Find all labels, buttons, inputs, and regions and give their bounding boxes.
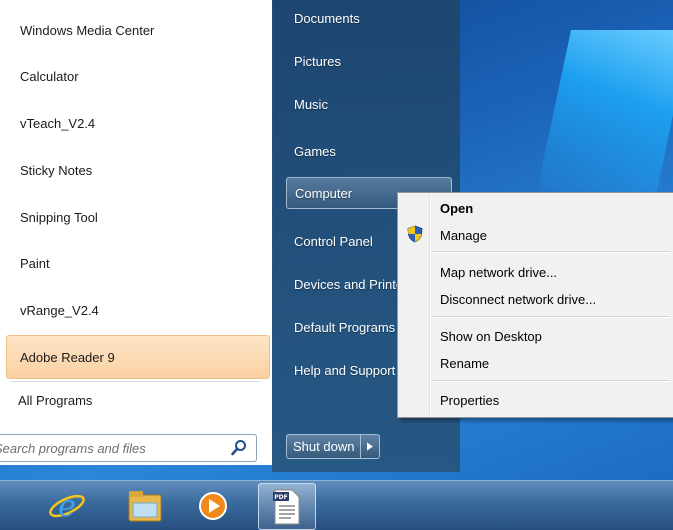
menu-item-label: Rename <box>440 355 490 371</box>
program-label: Calculator <box>20 68 79 84</box>
taskbar: e PDF <box>0 480 673 530</box>
menu-item-label: Properties <box>440 392 500 408</box>
menu-item-label: Show on Desktop <box>440 328 542 344</box>
internet-explorer-icon: e <box>49 489 85 524</box>
start-menu-programs-pane: Windows Media Center Calculator vTeach_V… <box>0 0 273 465</box>
places-item-help-support[interactable]: Help and Support <box>286 354 397 386</box>
places-label: Help and Support <box>294 362 396 378</box>
divider <box>10 381 260 382</box>
places-label: Games <box>294 143 336 159</box>
places-label: Music <box>294 96 328 112</box>
menu-item-disconnect-network-drive[interactable]: Disconnect network drive... <box>398 286 673 312</box>
taskbar-internet-explorer[interactable]: e <box>40 483 94 528</box>
program-item-vrange[interactable]: vRange_V2.4 <box>0 290 272 330</box>
menu-item-label: Map network drive... <box>440 264 558 280</box>
program-item-adobe-reader[interactable]: Adobe Reader 9 <box>6 335 270 379</box>
program-item-sticky-notes[interactable]: Sticky Notes <box>0 150 272 190</box>
program-item-windows-media-center[interactable]: Windows Media Center <box>0 10 272 50</box>
places-item-default-programs[interactable]: Default Programs <box>286 311 397 343</box>
all-programs-button[interactable]: All Programs <box>0 386 272 414</box>
places-label: Computer <box>295 185 353 201</box>
media-player-icon <box>199 491 227 520</box>
menu-separator <box>432 380 670 382</box>
menu-item-map-network-drive[interactable]: Map network drive... <box>398 259 673 285</box>
shutdown-options-button[interactable] <box>361 434 381 459</box>
places-label: Default Programs <box>294 319 396 335</box>
folder-icon <box>128 490 162 521</box>
menu-separator <box>432 251 670 253</box>
program-label: Windows Media Center <box>20 22 155 38</box>
places-item-games[interactable]: Games <box>286 135 456 167</box>
context-menu: Open Manage Map network drive... Disconn… <box>397 192 673 418</box>
program-label: Sticky Notes <box>20 162 93 178</box>
places-item-control-panel[interactable]: Control Panel <box>286 225 397 257</box>
search-box[interactable] <box>0 434 257 462</box>
program-label: vRange_V2.4 <box>20 302 99 318</box>
places-item-devices-printers[interactable]: Devices and Printers <box>286 268 397 300</box>
menu-separator <box>432 316 670 318</box>
menu-item-rename[interactable]: Rename <box>398 350 673 376</box>
program-item-calculator[interactable]: Calculator <box>0 56 272 96</box>
places-label: Documents <box>294 10 360 26</box>
program-item-paint[interactable]: Paint <box>0 243 272 283</box>
all-programs-label: All Programs <box>18 392 93 408</box>
search-input[interactable] <box>0 437 214 459</box>
menu-item-open[interactable]: Open <box>398 195 673 221</box>
shutdown-button[interactable]: Shut down <box>286 434 362 459</box>
taskbar-media-player[interactable] <box>186 483 240 528</box>
menu-item-label: Disconnect network drive... <box>440 291 597 307</box>
places-label: Pictures <box>294 53 341 69</box>
pdf-document-icon: PDF <box>273 489 300 524</box>
start-menu: Windows Media Center Calculator vTeach_V… <box>0 0 460 472</box>
triangle-right-icon <box>367 442 374 451</box>
shutdown-label: Shut down <box>293 439 355 454</box>
svg-text:e: e <box>58 489 76 524</box>
menu-item-properties[interactable]: Properties <box>398 387 673 413</box>
desktop-light-flare <box>534 30 673 200</box>
program-label: Paint <box>20 255 50 271</box>
places-label: Control Panel <box>294 233 373 249</box>
places-item-pictures[interactable]: Pictures <box>286 45 456 77</box>
places-label: Devices and Printers <box>294 276 397 292</box>
places-item-documents[interactable]: Documents <box>286 2 456 34</box>
shutdown-control: Shut down <box>286 434 386 459</box>
places-item-music[interactable]: Music <box>286 88 456 120</box>
program-item-snipping-tool[interactable]: Snipping Tool <box>0 197 272 237</box>
menu-item-label: Manage <box>440 227 487 243</box>
menu-item-show-on-desktop[interactable]: Show on Desktop <box>398 323 673 349</box>
program-item-vteach[interactable]: vTeach_V2.4 <box>0 103 272 143</box>
uac-shield-icon <box>407 225 423 243</box>
pdf-badge-text: PDF <box>274 494 287 501</box>
search-icon[interactable] <box>230 439 248 457</box>
program-label: vTeach_V2.4 <box>20 115 96 131</box>
taskbar-adobe-reader[interactable]: PDF <box>258 483 316 530</box>
taskbar-windows-explorer[interactable] <box>118 483 172 528</box>
menu-item-label: Open <box>440 200 474 216</box>
program-label: Snipping Tool <box>20 209 98 225</box>
menu-item-manage[interactable]: Manage <box>398 222 673 248</box>
program-label: Adobe Reader 9 <box>20 349 115 365</box>
